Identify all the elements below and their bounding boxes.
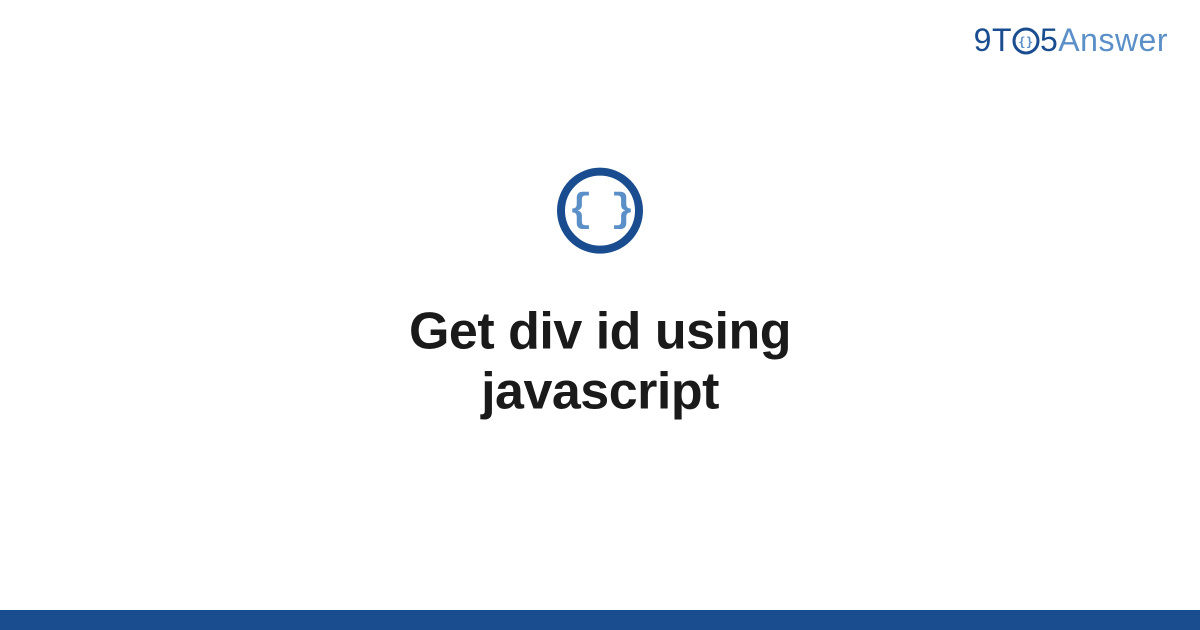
braces-glyph: { } [568,188,631,233]
site-logo: 9T {} 5Answer [974,22,1168,59]
svg-text:{}: {} [1018,35,1033,49]
logo-text-9t: 9T [974,22,1012,58]
code-braces-icon: { } [557,168,643,254]
footer-accent-bar [0,610,1200,630]
main-content: { } Get div id using javascript [300,168,900,422]
logo-text-5: 5 [1040,22,1058,58]
logo-text-answer: Answer [1058,22,1168,58]
logo-o-icon: {} [1012,27,1040,55]
page-title: Get div id using javascript [300,302,900,422]
